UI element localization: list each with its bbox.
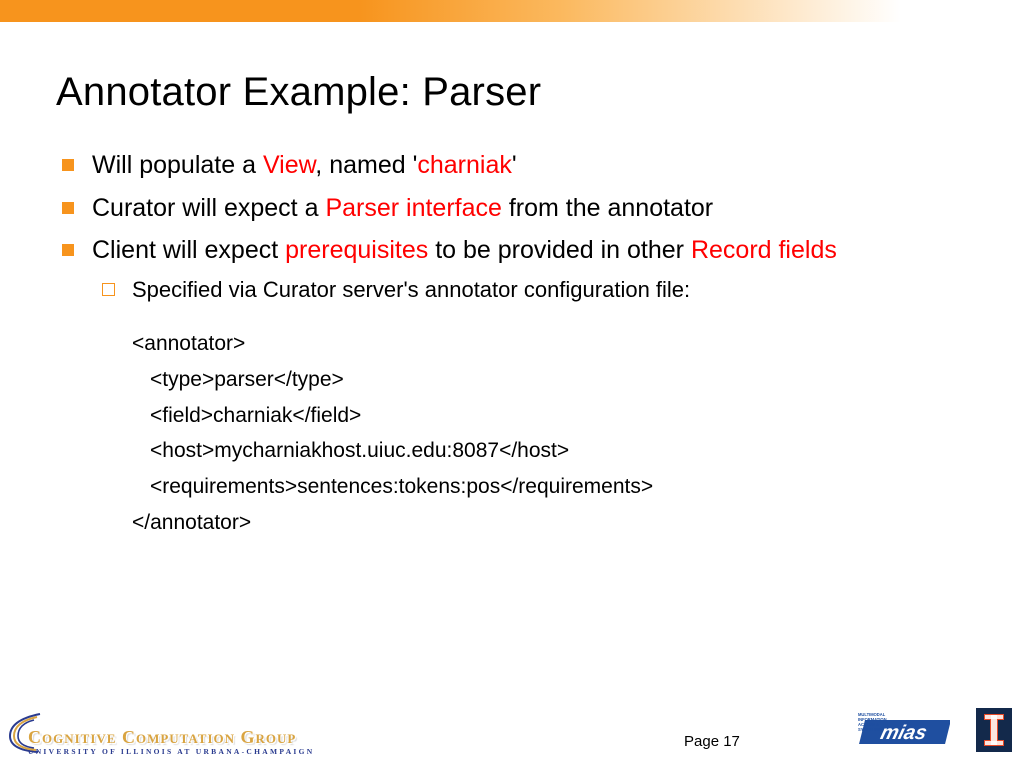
highlight-parser-interface: Parser interface bbox=[325, 194, 501, 222]
bullet-item-3: Client will expect prerequisites to be p… bbox=[56, 234, 968, 304]
page-number: Page 17 bbox=[684, 733, 740, 750]
ccg-logo: Cognitive Computation Group University o… bbox=[8, 727, 314, 756]
illinois-logo-icon bbox=[974, 706, 1014, 754]
text: Curator will expect a bbox=[92, 194, 325, 222]
mias-text: mias bbox=[878, 722, 929, 744]
text: to be provided in other bbox=[428, 236, 691, 264]
sub-bullet-item: Specified via Curator server's annotator… bbox=[92, 275, 968, 305]
highlight-prerequisites: prerequisites bbox=[285, 236, 428, 264]
highlight-charniak: charniak bbox=[417, 151, 512, 179]
highlight-view: View bbox=[263, 151, 315, 179]
highlight-record-fields: Record fields bbox=[691, 236, 837, 264]
bullet-list: Will populate a View, named 'charniak' C… bbox=[56, 149, 968, 304]
xml-code-block: <annotator> <type>parser</type> <field>c… bbox=[132, 326, 968, 540]
code-line: <type>parser</type> bbox=[132, 362, 968, 398]
code-line: <host>mycharniakhost.uiuc.edu:8087</host… bbox=[132, 433, 968, 469]
text: from the annotator bbox=[502, 194, 713, 222]
text: Client will expect bbox=[92, 236, 285, 264]
slide-content: Annotator Example: Parser Will populate … bbox=[0, 22, 1024, 540]
text: Will populate a bbox=[92, 151, 263, 179]
text: ' bbox=[512, 151, 517, 179]
header-gradient-bar bbox=[0, 0, 1024, 22]
sub-bullet-list: Specified via Curator server's annotator… bbox=[92, 275, 968, 305]
text: , named ' bbox=[315, 151, 417, 179]
code-line: <field>charniak</field> bbox=[132, 398, 968, 434]
bullet-item-2: Curator will expect a Parser interface f… bbox=[56, 192, 968, 225]
code-line: <requirements>sentences:tokens:pos</requ… bbox=[132, 469, 968, 505]
slide-footer: Cognitive Computation Group University o… bbox=[0, 700, 1024, 760]
slide-title: Annotator Example: Parser bbox=[56, 70, 968, 115]
code-line: <annotator> bbox=[132, 332, 245, 355]
code-line: </annotator> bbox=[132, 511, 251, 534]
mias-logo: mias MULTIMODAL INFORMATION ACCESS & SYN… bbox=[840, 708, 950, 754]
bullet-item-1: Will populate a View, named 'charniak' bbox=[56, 149, 968, 182]
ccg-subtitle: University of Illinois at Urbana-Champai… bbox=[28, 747, 314, 756]
ccg-title: Cognitive Computation Group bbox=[28, 727, 314, 748]
svg-text:SYNTHESIS: SYNTHESIS bbox=[858, 727, 881, 732]
ccg-swoosh-icon bbox=[4, 710, 46, 754]
